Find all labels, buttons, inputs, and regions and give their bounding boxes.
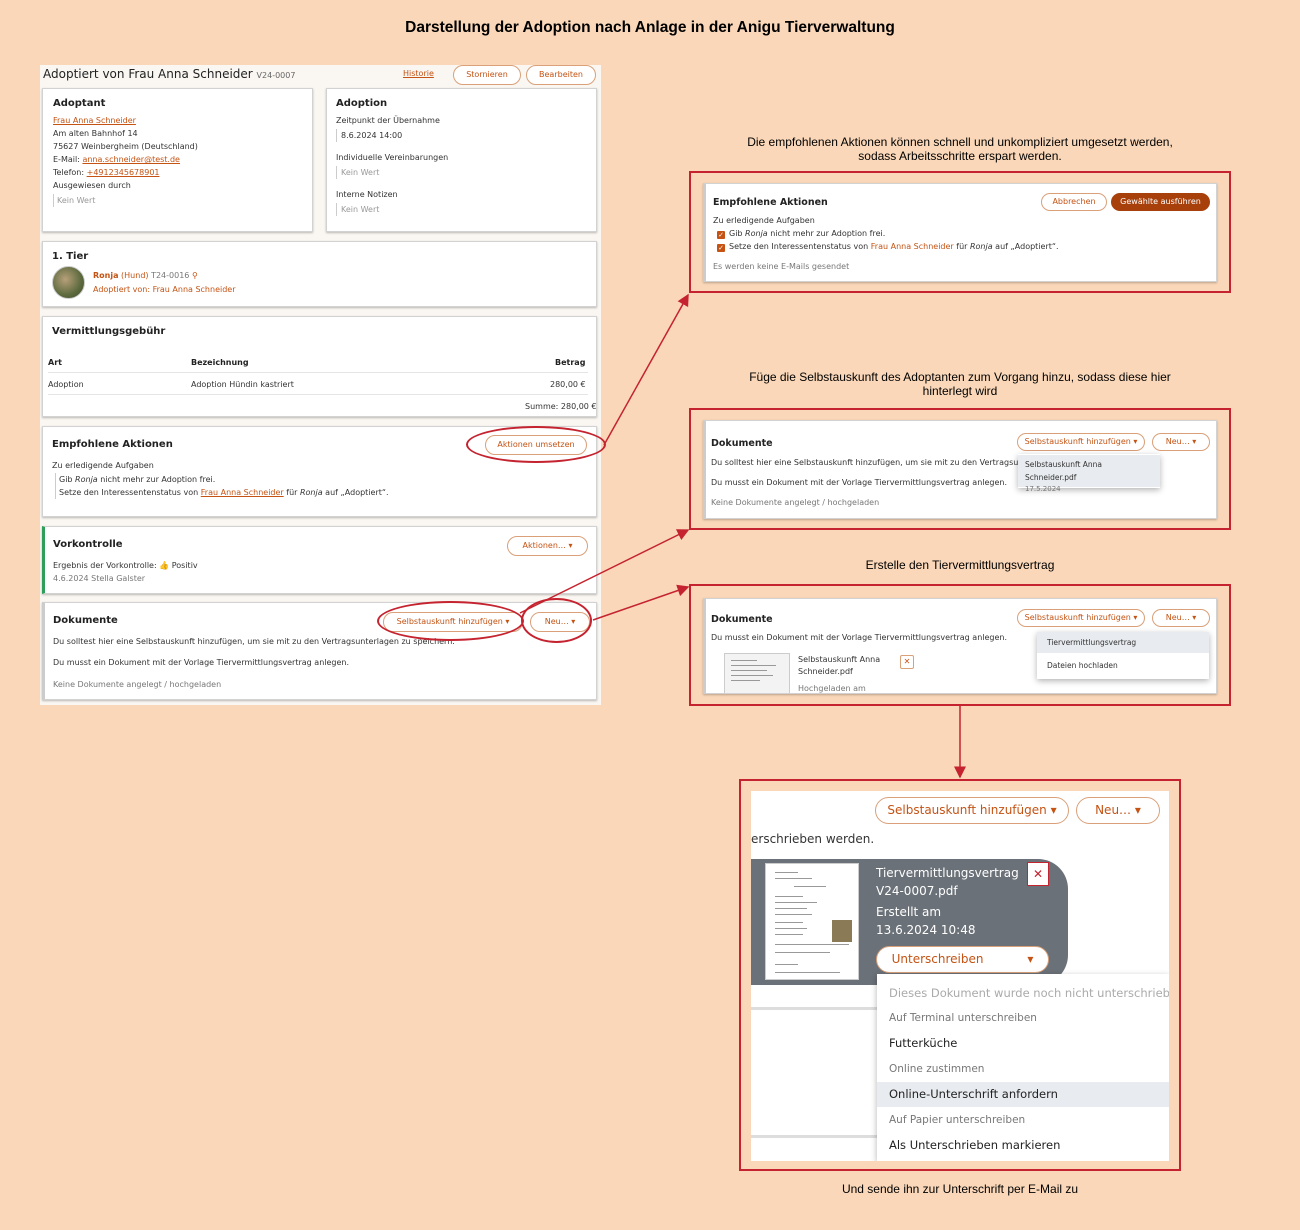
arrow-to-recommended <box>603 293 689 446</box>
connector-arrows <box>519 293 966 779</box>
arrow-to-self-disclosure <box>519 529 690 614</box>
arrow-to-new-contract <box>592 584 690 621</box>
